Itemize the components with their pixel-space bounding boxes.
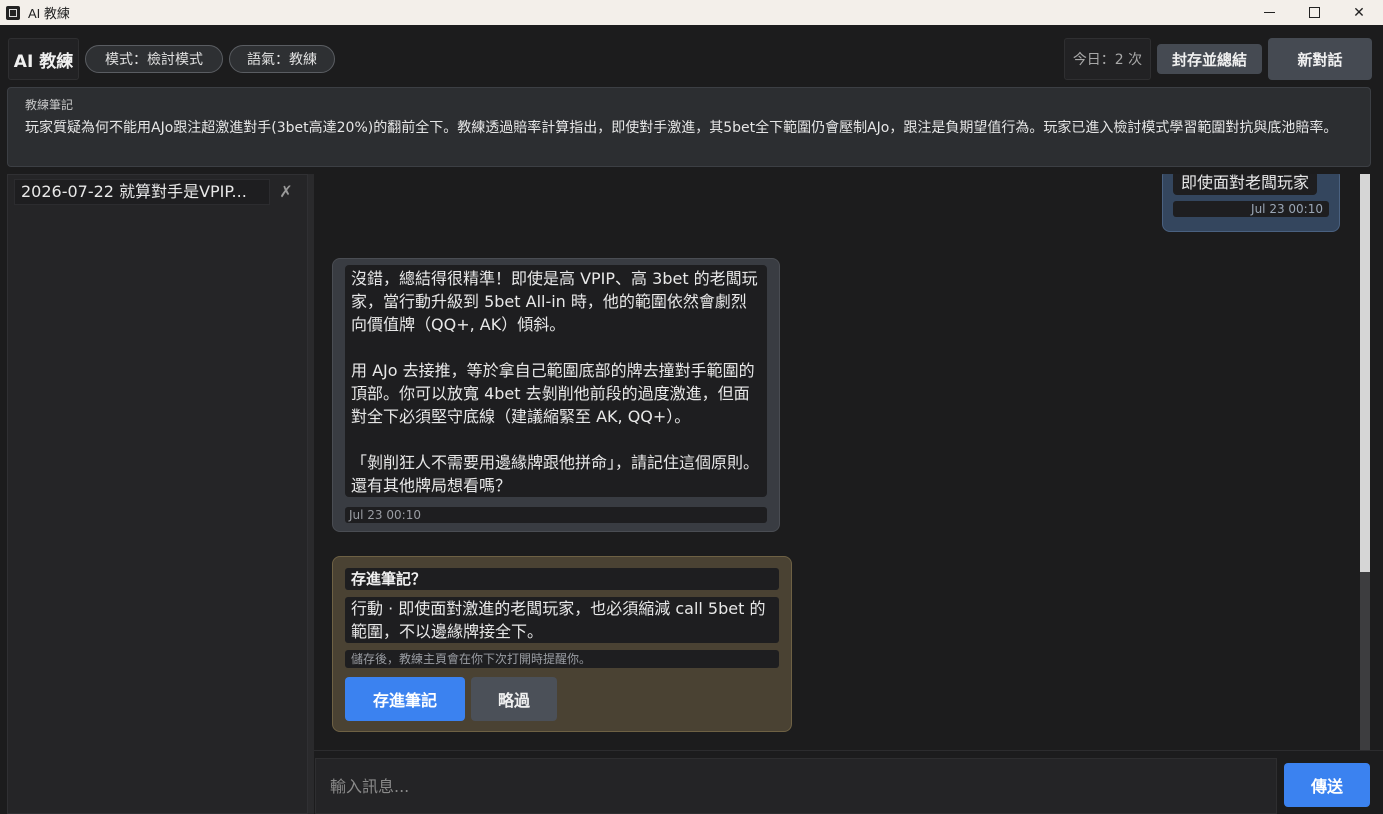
window-titlebar: AI 教練 ✕ xyxy=(0,0,1383,25)
close-icon[interactable]: ✕ xyxy=(1336,0,1382,25)
chat-area: 即使面對老闆玩家 Jul 23 00:10 沒錯，總結得很精準！即使是高 VPI… xyxy=(314,174,1359,750)
skip-button[interactable]: 略過 xyxy=(471,677,557,721)
coach-notes-text: 玩家質疑為何不能用AJo跟注超激進對手(3bet高達20%)的翻前全下。教練透過… xyxy=(25,120,1338,136)
save-note-title: 存進筆記？ xyxy=(345,568,779,590)
brand-title: AI 教練 xyxy=(8,38,79,80)
assistant-message-text: 沒錯，總結得很精準！即使是高 VPIP、高 3bet 的老闆玩家，當行動升級到 … xyxy=(345,265,767,497)
archive-summarize-button[interactable]: 封存並總結 xyxy=(1157,44,1262,74)
save-note-body: 行動 · 即使面對激進的老闆玩家，也必須縮減 call 5bet 的範圍，不以邊… xyxy=(345,597,779,643)
tone-pill[interactable]: 語氣：教練 xyxy=(229,45,335,73)
assistant-paragraph: 「剝削狂人不需要用邊緣牌跟他拼命」，請記住這個原則。還有其他牌局想看嗎？ xyxy=(351,453,760,495)
session-item[interactable]: 2026-07-22 就算對手是VPIP... xyxy=(14,179,270,205)
coach-notes-panel: 教練筆記 玩家質疑為何不能用AJo跟注超激進對手(3bet高達20%)的翻前全下… xyxy=(7,87,1371,167)
today-count: 今日：2 次 xyxy=(1064,38,1151,80)
minimize-icon[interactable] xyxy=(1246,0,1292,25)
user-message-time: Jul 23 00:10 xyxy=(1173,201,1329,217)
message-input[interactable] xyxy=(315,758,1277,814)
scrollbar-track[interactable] xyxy=(1360,572,1370,750)
chat-scrollbar[interactable] xyxy=(1359,174,1371,750)
new-chat-button[interactable]: 新對話 xyxy=(1268,38,1372,80)
save-note-card: 存進筆記？ 行動 · 即使面對激進的老闆玩家，也必須縮減 call 5bet 的… xyxy=(332,556,792,732)
delete-session-icon[interactable]: ✗ xyxy=(276,181,296,203)
save-note-hint: 儲存後，教練主頁會在你下次打開時提醒你。 xyxy=(345,650,779,668)
session-sidebar: 2026-07-22 就算對手是VPIP... ✗ xyxy=(7,174,308,814)
header: AI 教練 模式：檢討模式 語氣：教練 今日：2 次 封存並總結 新對話 xyxy=(0,25,1383,87)
send-button[interactable]: 傳送 xyxy=(1284,763,1370,807)
app-icon xyxy=(6,5,20,20)
scrollbar-thumb[interactable] xyxy=(1360,174,1370,572)
user-message-text: 即使面對老闆玩家 xyxy=(1173,174,1318,195)
save-note-button[interactable]: 存進筆記 xyxy=(345,677,465,721)
composer-divider xyxy=(314,750,1383,751)
mode-pill[interactable]: 模式：檢討模式 xyxy=(85,45,223,73)
assistant-paragraph: 沒錯，總結得很精準！即使是高 VPIP、高 3bet 的老闆玩家，當行動升級到 … xyxy=(351,269,758,334)
maximize-icon[interactable] xyxy=(1291,0,1337,25)
user-message: 即使面對老闆玩家 Jul 23 00:10 xyxy=(1162,174,1340,232)
assistant-message-time: Jul 23 00:10 xyxy=(345,507,767,523)
window-title: AI 教練 xyxy=(28,6,70,21)
assistant-message: 沒錯，總結得很精準！即使是高 VPIP、高 3bet 的老闆玩家，當行動升級到 … xyxy=(332,258,780,532)
coach-notes-label: 教練筆記 xyxy=(25,98,74,112)
assistant-paragraph: 用 AJo 去接推，等於拿自己範圍底部的牌去撞對手範圍的頂部。你可以放寬 4be… xyxy=(351,361,755,426)
